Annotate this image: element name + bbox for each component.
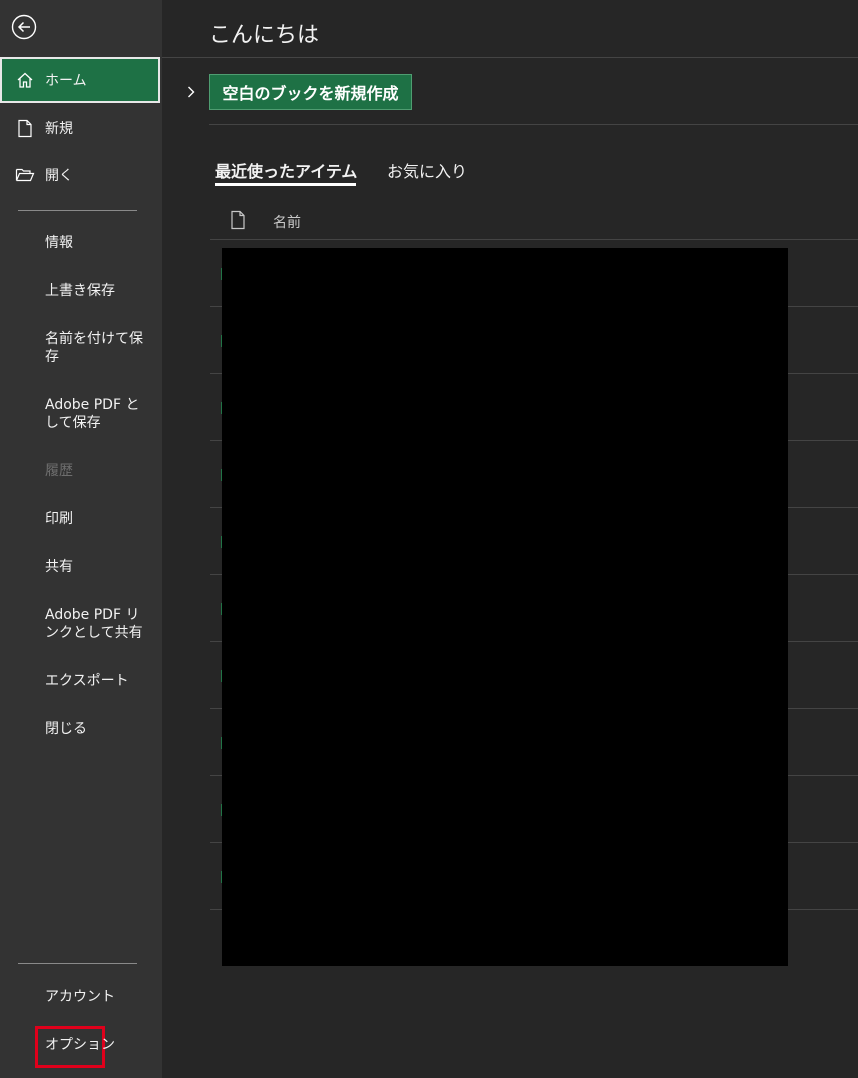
sidebar-divider xyxy=(18,210,137,211)
nav-new-label: 新規 xyxy=(45,121,73,137)
nav-new[interactable]: 新規 xyxy=(0,113,160,143)
tab-favorites[interactable]: お気に入り xyxy=(387,158,467,182)
new-blank-workbook-button[interactable]: 空白のブックを新規作成 xyxy=(209,74,412,110)
new-document-icon xyxy=(15,118,35,138)
sidebar-item-save[interactable]: 上書き保存 xyxy=(45,282,150,300)
sidebar-item-close[interactable]: 閉じる xyxy=(45,720,150,738)
sidebar-item-share-adobe-pdf-link[interactable]: Adobe PDF リンクとして共有 xyxy=(45,606,150,642)
sidebar-item-save-as-adobe-pdf[interactable]: Adobe PDF として保存 xyxy=(45,396,150,432)
header-divider xyxy=(162,57,858,58)
document-icon xyxy=(230,210,246,230)
tab-recent[interactable]: 最近使ったアイテム xyxy=(215,158,357,182)
sidebar-item-history: 履歴 xyxy=(45,463,73,479)
nav-open[interactable]: 開く xyxy=(0,160,160,190)
redacted-file-list xyxy=(222,248,788,966)
sidebar-item-info[interactable]: 情報 xyxy=(45,234,150,252)
nav-home-label: ホーム xyxy=(45,73,87,89)
expand-templates-button[interactable] xyxy=(183,82,199,102)
templates-divider xyxy=(209,124,858,125)
back-button[interactable] xyxy=(10,13,38,41)
sidebar-item-save-as[interactable]: 名前を付けて保存 xyxy=(45,330,150,366)
nav-home[interactable]: ホーム xyxy=(0,57,160,103)
sidebar-item-share[interactable]: 共有 xyxy=(45,558,150,576)
column-header-name: 名前 xyxy=(273,215,301,231)
sidebar-divider xyxy=(18,963,137,964)
home-icon xyxy=(15,70,35,90)
sidebar-item-account[interactable]: アカウント xyxy=(45,988,150,1006)
sidebar-item-options[interactable]: オプション xyxy=(45,1036,150,1054)
page-title: こんにちは xyxy=(209,23,320,48)
back-arrow-icon xyxy=(11,14,37,40)
sidebar-item-print[interactable]: 印刷 xyxy=(45,510,150,528)
backstage-sidebar: ホーム 新規 開く 情報 上書き保存 名前を付けて保存 Adobe PDF とし… xyxy=(0,0,162,1078)
open-folder-icon xyxy=(15,165,35,185)
chevron-right-icon xyxy=(188,86,195,98)
nav-open-label: 開く xyxy=(45,168,73,184)
tab-recent-underline xyxy=(215,183,356,186)
sidebar-item-export[interactable]: エクスポート xyxy=(45,672,150,690)
